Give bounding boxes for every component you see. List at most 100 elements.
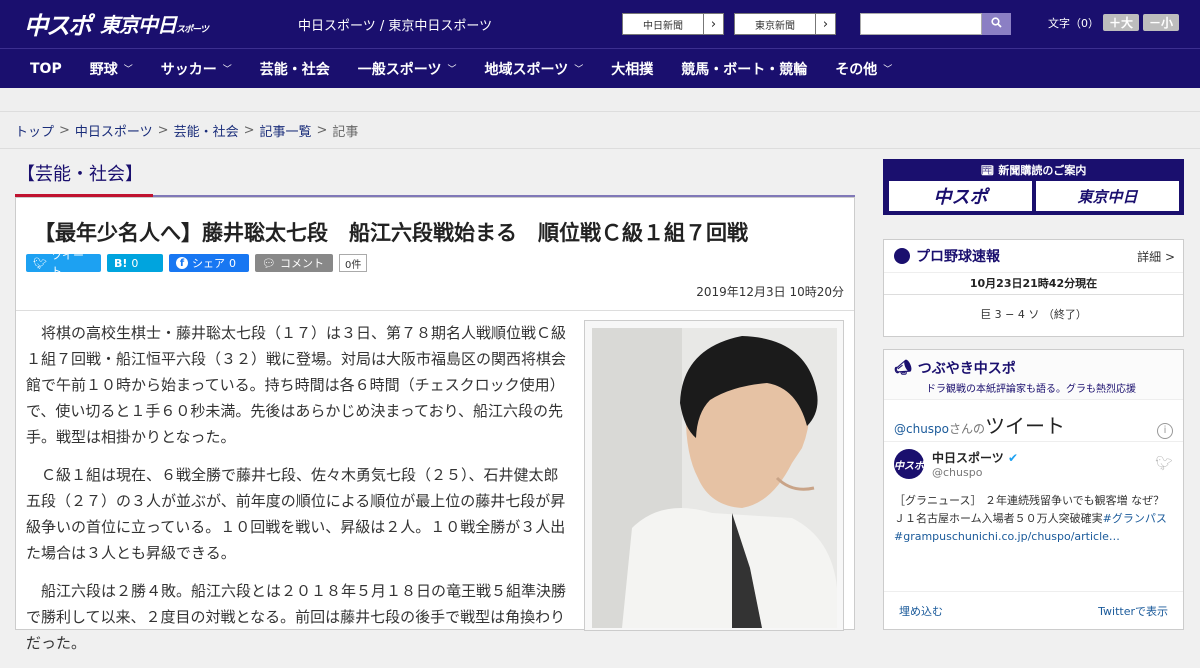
nav-item-soccer[interactable]: サッカー ﹀	[161, 59, 232, 79]
comment-count: 0件	[339, 254, 368, 272]
nav-item-sumo[interactable]: 大相撲	[611, 59, 653, 79]
baseball-update-time: 10月23日21時42分現在	[884, 273, 1183, 295]
nav-item-top[interactable]: TOP	[30, 61, 62, 77]
verified-icon: ✔	[1007, 451, 1019, 465]
chuspo-logo[interactable]: 中スポ	[24, 6, 92, 41]
nav-label: 大相撲	[611, 61, 654, 78]
baseball-scores-widget: プロ野球速報 詳細 > 10月23日21時42分現在 巨 3 − 4 ソ （終了…	[883, 239, 1184, 337]
tokyo-shimbun-label: 東京新聞	[755, 20, 795, 32]
tweets-heading-text: ツイート	[985, 414, 1066, 438]
baseball-score[interactable]: 巨 3 − 4 ソ （終了）	[884, 295, 1183, 335]
twitter-icon: 🐦︎	[33, 256, 47, 270]
twitter-bird-icon: 🐦︎	[1155, 456, 1173, 472]
subscribe-tokyo-chunichi-button[interactable]: 東京中日	[1036, 181, 1179, 211]
nav-item-local-sports[interactable]: 地域スポーツ ﹀	[485, 59, 584, 79]
tokyo-chunichi-logo[interactable]: 東京中日スポーツ	[100, 9, 209, 38]
article: 【最年少名人へ】藤井聡太七段 船江六段戦始まる 順位戦Ｃ級１組７回戦 🐦︎ ツイー…	[15, 197, 855, 652]
search-input[interactable]	[860, 13, 982, 35]
tokyo-logo-text: 東京中日	[100, 12, 177, 37]
site-links-text[interactable]: 中日スポーツ / 東京中日スポーツ	[298, 19, 492, 34]
main-nav: TOP 野球 ﹀ サッカー ﹀ 芸能・社会 一般スポーツ ﹀ 地域スポーツ ﹀ 大相撲 …	[0, 48, 1200, 88]
chunichi-shimbun-button[interactable]: 中日新聞 ›	[622, 13, 724, 35]
breadcrumb-separator: >	[59, 122, 70, 138]
nav-item-entertainment[interactable]: 芸能・社会	[260, 59, 330, 79]
chevron-down-icon: ﹀	[447, 65, 457, 75]
chevron-down-icon: ﹀	[574, 65, 584, 75]
tweet-label: ツイート	[50, 249, 84, 278]
search-button[interactable]	[982, 13, 1011, 35]
embed-link[interactable]: 埋め込む	[899, 603, 943, 619]
chevron-right-icon: ›	[815, 14, 835, 34]
chunichi-shimbun-label: 中日新聞	[643, 20, 683, 32]
font-bigger-button[interactable]: ＋大	[1103, 14, 1140, 31]
tweet-author[interactable]: 中スポ 中日スポーツ ✔ @chuspo 🐦︎	[884, 442, 1183, 486]
hatena-count: 0	[131, 256, 139, 270]
breadcrumb-article-list[interactable]: 記事一覧	[260, 121, 312, 140]
comment-label: コメント	[279, 257, 324, 270]
twitter-widget-header: 📣︎ つぶやき中スポ ドラ観戦の本紙評論家も語る。グラも熱烈応援	[884, 350, 1183, 400]
subscription-title: 📰︎ 新聞購読のご案内	[883, 162, 1184, 178]
tweet-author-handle: @chuspo	[932, 466, 983, 479]
baseball-widget-title: プロ野球速報	[916, 249, 1000, 265]
nav-label: その他	[835, 61, 878, 78]
article-photo[interactable]	[592, 328, 837, 628]
site-links[interactable]: 中日スポーツ / 東京中日スポーツ	[298, 15, 492, 34]
hatena-icon: B!	[114, 256, 128, 270]
hatena-bookmark-button[interactable]: B! 0	[107, 254, 163, 272]
tweet-author-name: 中日スポーツ ✔	[932, 449, 1018, 466]
category-header: 【芸能・社会】	[15, 150, 855, 197]
chevron-down-icon: ﹀	[123, 65, 133, 75]
breadcrumb-separator: >	[316, 122, 328, 138]
nav-item-general-sports[interactable]: 一般スポーツ ﹀	[358, 59, 457, 79]
subscribe-chuspo-button[interactable]: 中スポ	[889, 181, 1032, 211]
font-smaller-button[interactable]: －小	[1143, 14, 1180, 31]
nav-label: 芸能・社会	[259, 61, 330, 78]
breadcrumb-chunichi-sports[interactable]: 中日スポーツ	[75, 121, 153, 140]
article-datetime: 2019年12月3日 10時20分	[696, 285, 844, 299]
breadcrumb-top[interactable]: トップ	[15, 121, 54, 140]
tokyo-logo-small: スポーツ	[176, 24, 209, 35]
nav-item-other[interactable]: その他 ﹀	[835, 59, 892, 79]
share-buttons: 🐦︎ ツイート B! 0 f シェア 0 💬︎ コメント 0件	[26, 249, 368, 278]
article-paragraph: 将棋の高校生棋士・藤井聡太七段（１７）は３日、第７８期名人戦順位戦Ｃ級１組７回戦…	[26, 324, 567, 446]
article-body: 将棋の高校生棋士・藤井聡太七段（１７）は３日、第７８期名人戦順位戦Ｃ級１組７回戦…	[26, 320, 572, 668]
baseball-icon	[894, 248, 910, 264]
tokyo-shimbun-button[interactable]: 東京新聞 ›	[734, 13, 836, 35]
article-headline: 【最年少名人へ】藤井聡太七段 船江六段戦始まる 順位戦Ｃ級１組７回戦	[34, 221, 748, 245]
megaphone-icon: 📣︎	[894, 360, 912, 376]
tweets-handle-link[interactable]: @chuspo	[894, 422, 949, 436]
view-on-twitter-link[interactable]: Twitterで表示	[1098, 603, 1168, 619]
sub-nav-bar	[0, 88, 1200, 112]
tweets-heading: @chuspo さんの ツイート i	[884, 400, 1183, 442]
search-box	[860, 13, 1011, 35]
baseball-details-link[interactable]: 詳細 >	[1137, 248, 1175, 265]
twitter-widget: 📣︎ つぶやき中スポ ドラ観戦の本紙評論家も語る。グラも熱烈応援 @chuspo さ…	[883, 349, 1184, 630]
comment-bubble-icon: 💬︎	[262, 256, 276, 270]
breadcrumb-separator: >	[157, 122, 169, 138]
tweet-author-info: 中日スポーツ ✔ @chuspo	[932, 449, 1018, 479]
facebook-icon: f	[176, 257, 188, 269]
tweet-button[interactable]: 🐦︎ ツイート	[26, 249, 101, 278]
nav-label: 一般スポーツ	[357, 61, 442, 78]
nav-item-racing[interactable]: 競馬・ボート・競輪	[681, 59, 807, 79]
facebook-share-button[interactable]: f シェア 0	[169, 254, 249, 272]
tweet-author-name-text: 中日スポーツ	[932, 451, 1004, 465]
chevron-down-icon: ﹀	[883, 65, 893, 75]
nav-label: 競馬・ボート・競輪	[681, 61, 808, 78]
nav-item-baseball[interactable]: 野球 ﹀	[90, 59, 133, 79]
site-logo[interactable]: 中スポ 東京中日スポーツ	[24, 6, 209, 41]
facebook-share-label: シェア	[192, 257, 225, 270]
avatar[interactable]: 中スポ	[894, 449, 924, 479]
category-title: 【芸能・社会】	[17, 164, 143, 185]
twitter-widget-title: つぶやき中スポ	[917, 361, 1016, 377]
chevron-right-icon: ›	[703, 14, 723, 34]
tweet-text: ［グラニュース］ ２年連続残留争いでも観客増 なぜ？ Ｊ１名古屋ホーム入場者５０…	[884, 486, 1183, 552]
facebook-count: 0	[229, 256, 236, 270]
main-content: 【芸能・社会】 【最年少名人へ】藤井聡太七段 船江六段戦始まる 順位戦Ｃ級１組７…	[15, 150, 855, 652]
subscription-banner[interactable]: 📰︎ 新聞購読のご案内 中スポ 東京中日	[883, 159, 1184, 215]
info-icon[interactable]: i	[1157, 423, 1173, 439]
search-icon	[991, 17, 1002, 28]
breadcrumb-category[interactable]: 芸能・社会	[174, 121, 239, 140]
player-photo-illustration	[592, 328, 837, 628]
comment-button[interactable]: 💬︎ コメント	[255, 254, 333, 272]
